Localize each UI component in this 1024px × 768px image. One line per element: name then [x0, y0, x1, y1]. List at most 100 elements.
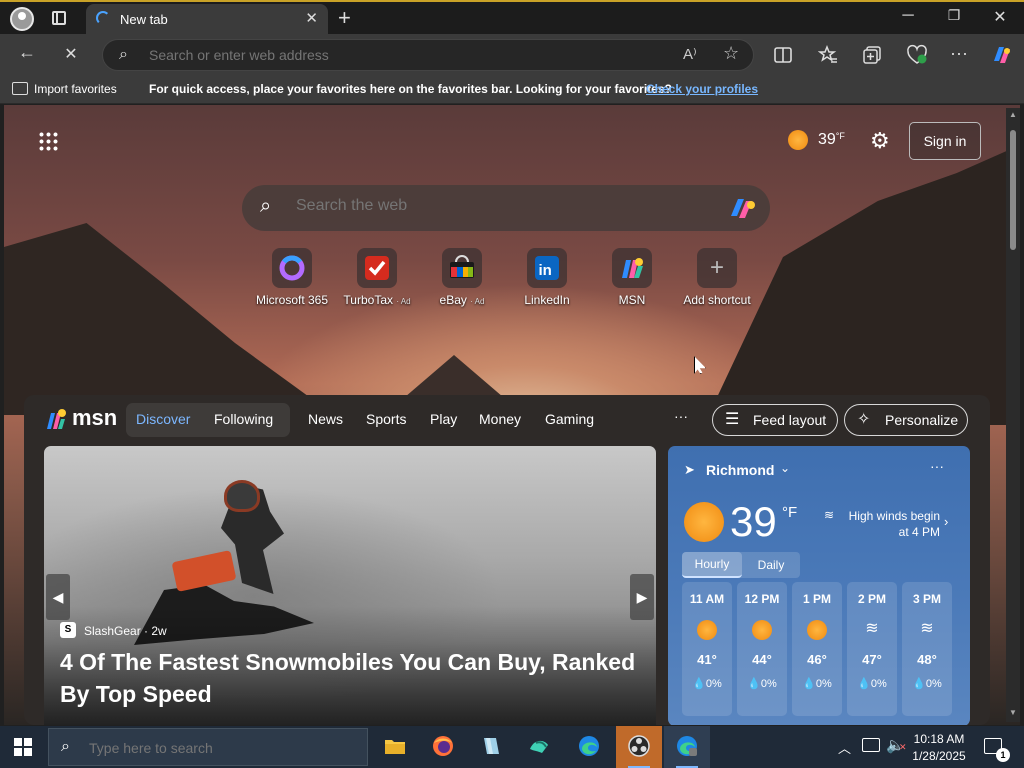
file-explorer-icon[interactable] [372, 726, 418, 768]
nav-sports[interactable]: Sports [366, 411, 406, 427]
nav-play[interactable]: Play [430, 411, 457, 427]
sun-icon [807, 620, 827, 640]
split-screen-icon[interactable] [774, 46, 792, 64]
shortcut-ebay[interactable]: eBay · Ad [420, 248, 504, 307]
personalize-button[interactable]: ✧ Personalize [844, 404, 968, 436]
hour-temp: 44° [752, 652, 772, 667]
favorites-icon[interactable] [818, 45, 838, 65]
page-scrollbar[interactable]: ▲ ▼ [1006, 108, 1020, 722]
back-button[interactable]: ← [14, 42, 40, 63]
tab-close-icon[interactable]: ✕ [305, 9, 318, 27]
tab-title: New tab [120, 12, 168, 27]
nav-gaming[interactable]: Gaming [545, 411, 594, 427]
search-icon: ⌕ [260, 195, 272, 217]
tab-hourly[interactable]: Hourly [682, 552, 742, 578]
helmet-image [224, 480, 260, 512]
address-bar[interactable]: ⌕ A⁾ ☆ [102, 39, 754, 71]
carousel-next-button[interactable]: ▶ [630, 574, 654, 620]
collections-icon[interactable] [862, 45, 882, 65]
minimize-button[interactable]: ─ [898, 7, 918, 25]
copilot-icon[interactable] [728, 196, 758, 220]
nav-money[interactable]: Money [479, 411, 521, 427]
import-favorites-button[interactable]: Import favorites [34, 82, 117, 96]
clock-date[interactable]: 1/28/2025 [908, 749, 970, 763]
chevron-right-icon[interactable]: › [944, 514, 948, 529]
hourly-forecast-item[interactable]: 1 PM 46° 💧0% [792, 582, 842, 716]
browser-essentials-icon[interactable] [906, 44, 928, 66]
shortcut-add[interactable]: + Add shortcut [675, 248, 759, 307]
tab-new-tab[interactable]: New tab ✕ [86, 4, 328, 36]
tab-discover[interactable]: Discover [136, 411, 190, 427]
settings-gear-icon[interactable]: ⚙ [870, 128, 890, 154]
obs-studio-icon[interactable] [616, 726, 662, 768]
source-meta: SlashGear · 2w [84, 624, 167, 638]
show-hidden-icons-icon[interactable]: ︿ [838, 738, 851, 757]
profile-avatar[interactable] [10, 7, 34, 31]
edge-icon[interactable] [566, 726, 612, 768]
hourly-forecast-item[interactable]: 11 AM 41° 💧0% [682, 582, 732, 716]
hero-article-card[interactable]: ◀ ▶ S SlashGear · 2w 4 Of The Fastest Sn… [44, 446, 656, 725]
msn-icon [612, 248, 652, 288]
shortcut-turbotax[interactable]: TurboTax · Ad [335, 248, 419, 307]
address-input[interactable] [149, 47, 649, 63]
web-search-box[interactable]: ⌕ [242, 185, 770, 231]
tab-actions-icon[interactable] [52, 11, 66, 25]
search-icon: ⌕ [119, 46, 128, 63]
shortcut-microsoft-365[interactable]: Microsoft 365 [250, 248, 334, 307]
copilot-icon[interactable] [990, 43, 1014, 67]
hourly-forecast-item[interactable]: 2 PM ≋ 47° 💧0% [847, 582, 897, 716]
taskbar-search-input[interactable] [89, 740, 349, 756]
stop-loading-button[interactable]: ✕ [58, 44, 84, 64]
weather-alert[interactable]: High winds begin at 4 PM [840, 508, 940, 540]
new-tab-button[interactable]: + [338, 5, 351, 31]
network-icon[interactable] [862, 738, 880, 752]
scroll-up-icon[interactable]: ▲ [1009, 110, 1017, 119]
maximize-button[interactable]: ❐ [944, 7, 964, 24]
shortcut-msn[interactable]: MSN [590, 248, 674, 307]
chevron-down-icon[interactable]: ⌄ [780, 461, 790, 475]
tab-following[interactable]: Following [214, 411, 273, 427]
weather-unit: °F [782, 504, 798, 521]
taskbar-search-box[interactable]: ⌕ [48, 728, 368, 766]
sun-icon [752, 620, 772, 640]
weather-mini-temp[interactable]: 39°F [818, 131, 845, 149]
clock-time[interactable]: 10:18 AM [908, 732, 970, 746]
article-headline[interactable]: 4 Of The Fastest Snowmobiles You Can Buy… [60, 646, 640, 710]
scrollbar-thumb[interactable] [1010, 130, 1016, 250]
weather-more-icon[interactable]: ··· [930, 458, 944, 474]
web-search-input[interactable] [296, 197, 696, 215]
favorites-bar: Import favorites For quick access, place… [0, 76, 1024, 104]
close-window-button[interactable]: ✕ [990, 7, 1010, 27]
nav-news[interactable]: News [308, 411, 343, 427]
hourly-forecast-item[interactable]: 3 PM ≋ 48° 💧0% [902, 582, 952, 716]
notepad-app-icon[interactable] [468, 726, 514, 768]
feed-layout-button[interactable]: ☰ Feed layout [712, 404, 838, 436]
more-options-icon[interactable]: ··· [950, 43, 968, 64]
feed-tab-group: Discover Following [126, 403, 290, 437]
import-favorites-icon[interactable] [12, 82, 28, 95]
turbotax-icon [357, 248, 397, 288]
firefox-icon[interactable] [420, 726, 466, 768]
hour-temp: 46° [807, 652, 827, 667]
weather-location[interactable]: Richmond [706, 462, 774, 478]
app-icon[interactable] [516, 726, 562, 768]
hour-time: 11 AM [689, 592, 725, 606]
msn-logo[interactable]: msn [46, 405, 117, 431]
msn-feed: msn Discover Following News Sports Play … [24, 395, 990, 725]
app-launcher-icon[interactable] [38, 131, 58, 151]
read-aloud-icon[interactable]: A⁾ [683, 45, 697, 63]
hour-temp: 41° [697, 652, 717, 667]
shortcut-linkedin[interactable]: in LinkedIn [505, 248, 589, 307]
scroll-down-icon[interactable]: ▼ [1009, 708, 1017, 717]
check-profiles-link[interactable]: Check your profiles [646, 82, 758, 96]
sun-icon[interactable] [788, 130, 808, 150]
tab-daily[interactable]: Daily [742, 552, 800, 578]
more-categories-button[interactable]: ··· [674, 408, 688, 424]
notification-count-badge: 1 [996, 748, 1010, 762]
add-favorite-icon[interactable]: ☆ [723, 43, 739, 64]
hourly-forecast-item[interactable]: 12 PM 44° 💧0% [737, 582, 787, 716]
carousel-prev-button[interactable]: ◀ [46, 574, 70, 620]
windows-start-icon[interactable] [14, 738, 32, 756]
edge-beta-icon[interactable] [664, 726, 710, 768]
sign-in-button[interactable]: Sign in [909, 122, 981, 160]
